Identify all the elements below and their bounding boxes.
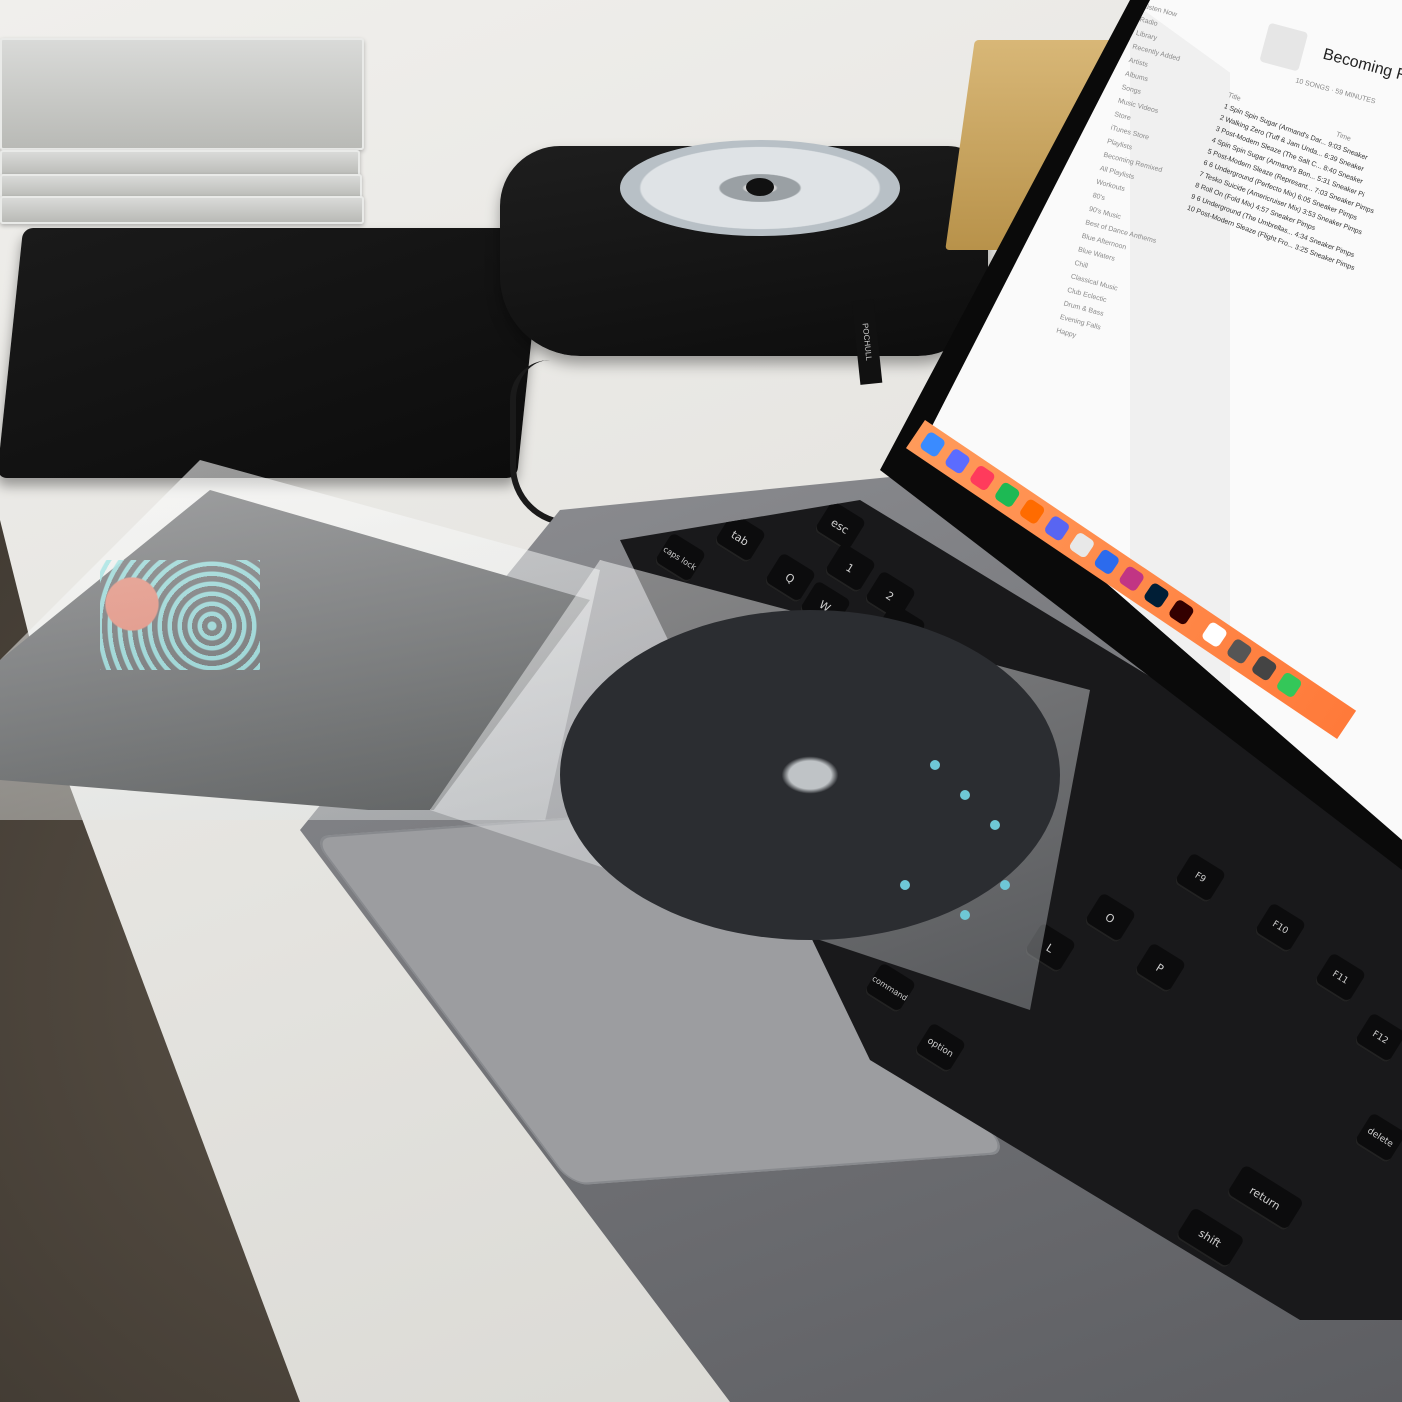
cd-case-stack-3 [0, 196, 364, 224]
key-esc: esc [813, 500, 867, 552]
album-meta: 10 SONGS · 59 MINUTES [1294, 77, 1377, 106]
album-title: Becoming Re [1321, 45, 1402, 88]
disc-dot [1000, 880, 1010, 890]
office-icon[interactable] [1092, 547, 1121, 576]
key-f12: F12 [1353, 1012, 1402, 1064]
key-delete: delete [1353, 1112, 1402, 1164]
external-dvd-drive [0, 228, 544, 478]
photo-scene: { "scene": { "album_title": "Becoming Re… [0, 0, 1402, 1402]
photos-icon[interactable] [1200, 620, 1229, 649]
album-header: Becoming Re 10 SONGS · 59 MINUTES [1259, 20, 1402, 105]
key-option: option [913, 1022, 967, 1074]
preview-icon[interactable] [1225, 637, 1254, 666]
illustrator-icon[interactable] [1167, 598, 1196, 627]
finder-icon[interactable] [918, 430, 947, 459]
key-f10: F10 [1253, 902, 1307, 954]
calculator-icon[interactable] [1250, 654, 1279, 683]
disc-dot [900, 880, 910, 890]
key-p: P [1133, 942, 1187, 994]
disc-dot [930, 760, 940, 770]
launchpad-icon[interactable] [943, 447, 972, 476]
compact-disc [620, 140, 900, 236]
cd-case-top [0, 38, 364, 150]
cd-tray-disc-art [560, 610, 1060, 940]
disc-dot [960, 910, 970, 920]
affinity-icon[interactable] [1117, 564, 1146, 593]
key-1: 1 [823, 542, 877, 594]
key-f9: F9 [1173, 852, 1227, 904]
firefox-icon[interactable] [1018, 497, 1047, 526]
disc-hole [746, 178, 774, 196]
music-icon[interactable] [968, 464, 997, 492]
key-o: O [1083, 892, 1137, 944]
key-caps-lock: caps lock [653, 532, 707, 584]
disc-dot [990, 820, 1000, 830]
album-artwork [1259, 22, 1309, 72]
disc-dot [960, 790, 970, 800]
photoshop-icon[interactable] [1142, 581, 1171, 610]
key-command: command [863, 962, 917, 1014]
app-icon[interactable] [1067, 531, 1096, 559]
key-return: return [1225, 1164, 1305, 1232]
key-f11: F11 [1313, 952, 1367, 1004]
spotify-icon[interactable] [993, 480, 1022, 509]
messages-icon[interactable] [1275, 671, 1304, 699]
col-title: Title [1226, 91, 1242, 103]
discord-icon[interactable] [1043, 514, 1071, 543]
